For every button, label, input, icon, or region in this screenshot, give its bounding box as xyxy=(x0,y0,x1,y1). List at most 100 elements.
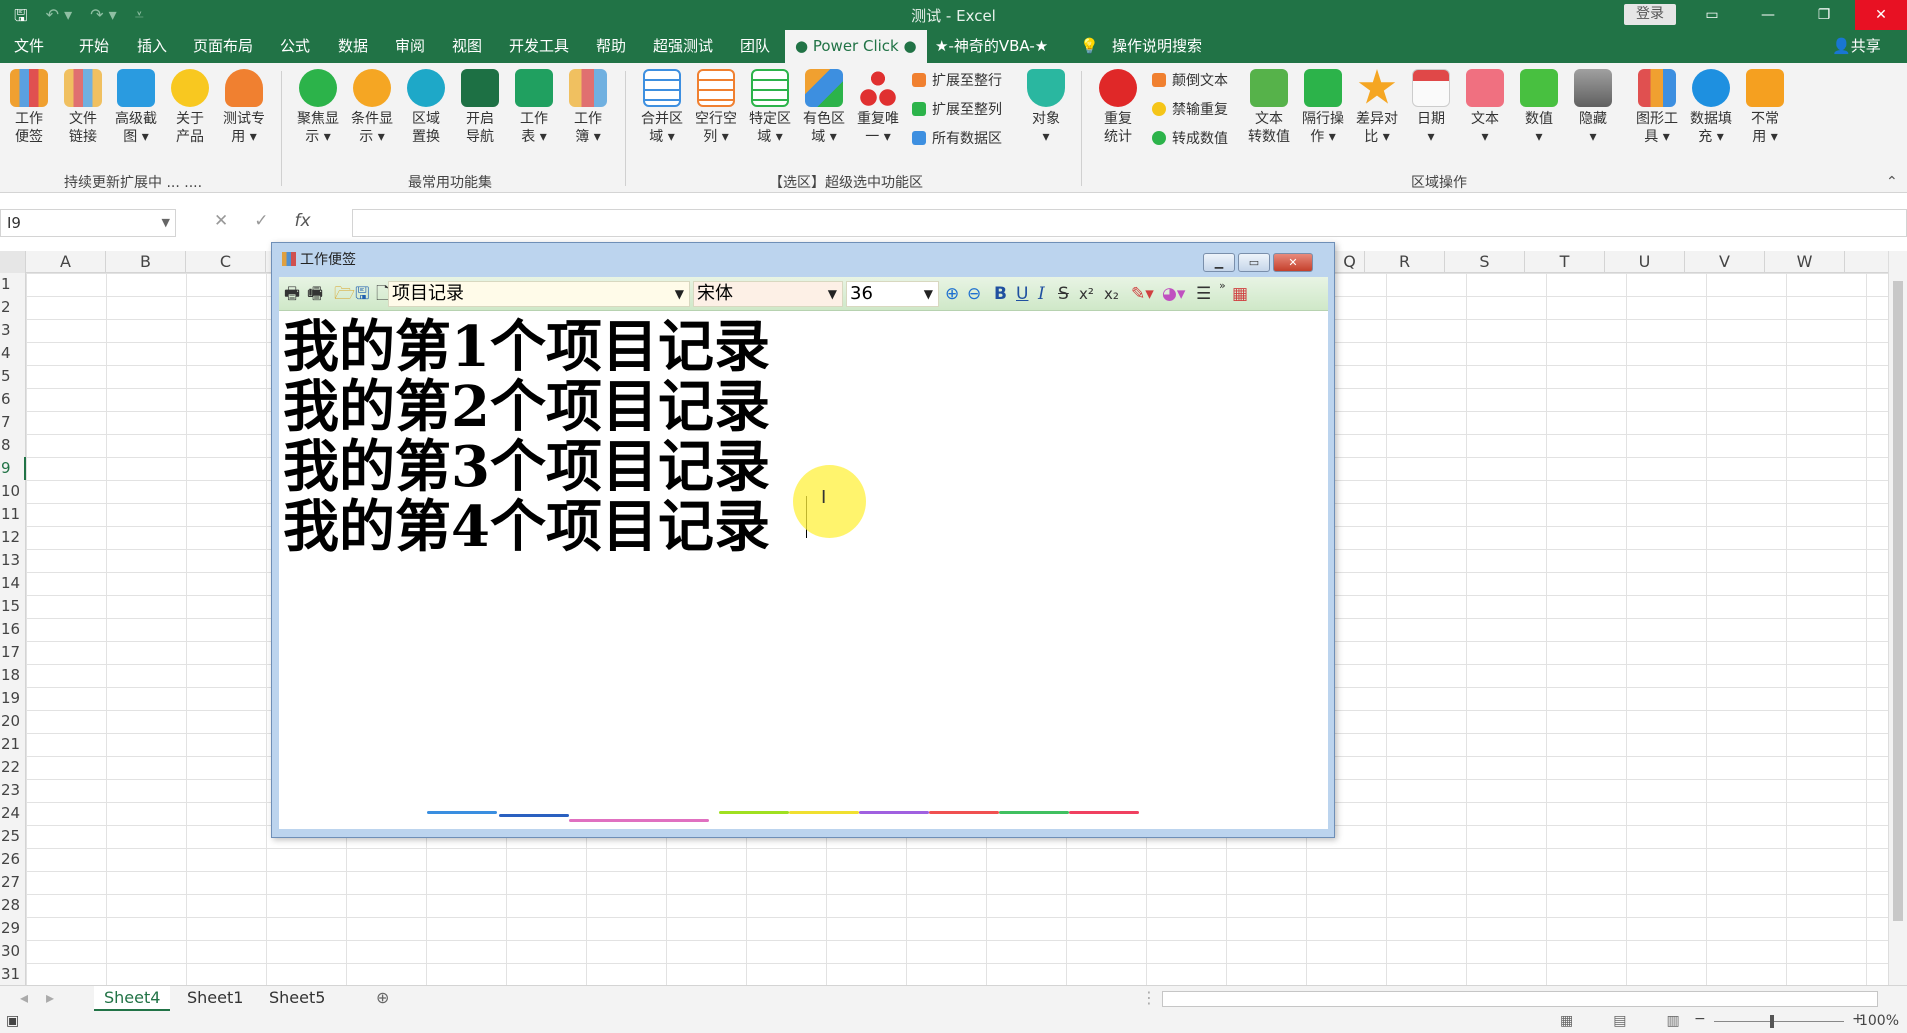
vertical-scrollbar[interactable] xyxy=(1888,251,1907,985)
tab-page-layout[interactable]: 页面布局 xyxy=(193,30,253,63)
row-header[interactable]: 4 xyxy=(0,342,26,365)
row-header[interactable]: 7 xyxy=(0,411,26,434)
increase-size-icon[interactable]: ⊕ xyxy=(945,285,959,303)
tab-super-test[interactable]: 超强测试 xyxy=(653,30,713,63)
ribbon-display-icon[interactable]: ▭ xyxy=(1688,0,1736,30)
column-header[interactable]: T xyxy=(1525,251,1605,273)
maximize-icon[interactable]: ▭ xyxy=(1238,253,1270,272)
sheet-tab[interactable]: Sheet1 xyxy=(177,986,253,1012)
row-header[interactable]: 11 xyxy=(0,503,26,526)
column-header[interactable]: B xyxy=(106,251,186,273)
highlight-color-icon[interactable]: ◕▾ xyxy=(1162,285,1185,303)
row-header[interactable]: 22 xyxy=(0,756,26,779)
decrease-size-icon[interactable]: ⊖ xyxy=(967,285,981,303)
diff-compare-button[interactable]: 差异对 比 ▾ xyxy=(1351,69,1403,146)
cancel-icon[interactable]: ✕ xyxy=(214,211,228,231)
row-header[interactable]: 20 xyxy=(0,710,26,733)
add-sheet-icon[interactable]: ⊕ xyxy=(366,986,399,1012)
number-button[interactable]: 数值 ▾ xyxy=(1513,69,1565,146)
row-header[interactable]: 10 xyxy=(0,480,26,503)
row-header[interactable]: 5 xyxy=(0,365,26,388)
column-header[interactable]: W xyxy=(1765,251,1845,273)
row-header[interactable]: 23 xyxy=(0,779,26,802)
row-header[interactable]: 12 xyxy=(0,526,26,549)
font-name-select[interactable]: 宋体 ▼ xyxy=(693,281,843,307)
close-icon[interactable]: ✕ xyxy=(1273,253,1313,272)
zoom-out-button[interactable]: − xyxy=(1694,1011,1706,1027)
tab-insert[interactable]: 插入 xyxy=(137,30,167,63)
row-header[interactable]: 18 xyxy=(0,664,26,687)
colored-range-button[interactable]: 有色区 域 ▾ xyxy=(798,69,850,146)
row-header[interactable]: 19 xyxy=(0,687,26,710)
row-header[interactable]: 28 xyxy=(0,894,26,917)
uncommon-button[interactable]: 不常 用 ▾ xyxy=(1739,69,1791,146)
name-box[interactable]: I9 ▼ xyxy=(0,209,176,237)
row-header[interactable]: 30 xyxy=(0,940,26,963)
tab-data[interactable]: 数据 xyxy=(338,30,368,63)
more-icon[interactable]: » xyxy=(1219,277,1226,295)
font-size-select[interactable]: 36 ▼ xyxy=(846,281,939,307)
convert-to-number-button[interactable]: 转成数值 xyxy=(1152,128,1228,148)
superscript-icon[interactable]: x² xyxy=(1079,285,1094,303)
macro-record-icon[interactable]: ▣ xyxy=(6,1013,19,1029)
row-header[interactable]: 24 xyxy=(0,802,26,825)
print-icon[interactable]: 🖶 xyxy=(284,285,300,303)
chevron-down-icon[interactable]: ▼ xyxy=(162,210,170,236)
save-icon[interactable]: 🖫 xyxy=(355,285,369,303)
sheet-tab[interactable]: Sheet5 xyxy=(259,986,335,1012)
next-sheet-icon[interactable]: ▸ xyxy=(36,986,64,1012)
normal-view-icon[interactable]: ▦ xyxy=(1560,1013,1573,1029)
row-header[interactable]: 25 xyxy=(0,825,26,848)
conditional-display-button[interactable]: 条件显 示 ▾ xyxy=(346,69,398,146)
prev-sheet-icon[interactable]: ◂ xyxy=(10,986,38,1012)
row-header[interactable]: 16 xyxy=(0,618,26,641)
enter-icon[interactable]: ✓ xyxy=(254,211,268,231)
prevent-duplicates-button[interactable]: 禁输重复 xyxy=(1152,99,1228,119)
tab-power-click[interactable]: ● Power Click ● xyxy=(785,30,927,63)
share-button[interactable]: 👤共享 xyxy=(1832,30,1881,63)
column-header[interactable]: A xyxy=(26,251,106,273)
tab-file[interactable]: 文件 xyxy=(14,30,44,63)
scroll-thumb[interactable] xyxy=(1893,281,1903,921)
minimize-icon[interactable]: ▁ xyxy=(1203,253,1235,272)
horizontal-scrollbar[interactable] xyxy=(1162,991,1878,1007)
range-swap-button[interactable]: 区域 置换 xyxy=(400,69,452,146)
column-header[interactable]: C xyxy=(186,251,266,273)
select-all-corner[interactable] xyxy=(0,251,26,273)
alternate-row-button[interactable]: 隔行操 作 ▾ xyxy=(1297,69,1349,146)
worksheet-button[interactable]: 工作 表 ▾ xyxy=(508,69,560,146)
note-editor[interactable]: 我的第1个项目记录 我的第2个项目记录 我的第3个项目记录 我的第4个项目记录 xyxy=(279,311,1328,829)
row-header[interactable]: 15 xyxy=(0,595,26,618)
formula-input[interactable] xyxy=(352,209,1907,237)
row-header[interactable]: 26 xyxy=(0,848,26,871)
extend-to-row-button[interactable]: 扩展至整行 xyxy=(912,70,1002,90)
merged-range-button[interactable]: 合并区 域 ▾ xyxy=(636,69,688,146)
hide-button[interactable]: 隐藏 ▾ xyxy=(1567,69,1619,146)
sheet-tab[interactable]: Sheet4 xyxy=(94,986,171,1012)
extend-to-column-button[interactable]: 扩展至整列 xyxy=(912,99,1002,119)
login-button[interactable]: 登录 xyxy=(1624,4,1676,25)
tab-view[interactable]: 视图 xyxy=(452,30,482,63)
minimize-icon[interactable]: — xyxy=(1744,0,1792,30)
open-navigation-button[interactable]: 开启 导航 xyxy=(454,69,506,146)
row-header[interactable]: 2 xyxy=(0,296,26,319)
row-header[interactable]: 6 xyxy=(0,388,26,411)
row-header[interactable]: 21 xyxy=(0,733,26,756)
all-data-range-button[interactable]: 所有数据区 xyxy=(912,128,1002,148)
column-header[interactable]: S xyxy=(1445,251,1525,273)
tab-developer[interactable]: 开发工具 xyxy=(509,30,569,63)
align-icon[interactable]: ☰ xyxy=(1196,285,1211,303)
tab-home[interactable]: 开始 xyxy=(79,30,109,63)
subscript-icon[interactable]: x₂ xyxy=(1104,285,1119,303)
work-note-window[interactable]: 工作便签 ▁ ▭ ✕ 🖶 🖷 🗁 🖫 🗋 项目记录 ▼ 宋体 ▼ 36 ▼ ⊕ ⊖ B… xyxy=(271,242,1335,838)
special-range-button[interactable]: 特定区 域 ▾ xyxy=(744,69,796,146)
about-product-button[interactable]: 关于 产品 xyxy=(164,69,216,146)
shape-tools-button[interactable]: 图形工 具 ▾ xyxy=(1631,69,1683,146)
underline-icon[interactable]: U xyxy=(1016,285,1028,303)
text-to-number-button[interactable]: 文本 转数值 xyxy=(1243,69,1295,146)
object-button[interactable]: 对象 ▾ xyxy=(1020,69,1072,146)
focus-display-button[interactable]: 聚焦显 示 ▾ xyxy=(292,69,344,146)
open-folder-icon[interactable]: 🗁 xyxy=(334,285,355,303)
empty-rows-cols-button[interactable]: 空行空 列 ▾ xyxy=(690,69,742,146)
font-color-icon[interactable]: ✎▾ xyxy=(1131,285,1154,303)
